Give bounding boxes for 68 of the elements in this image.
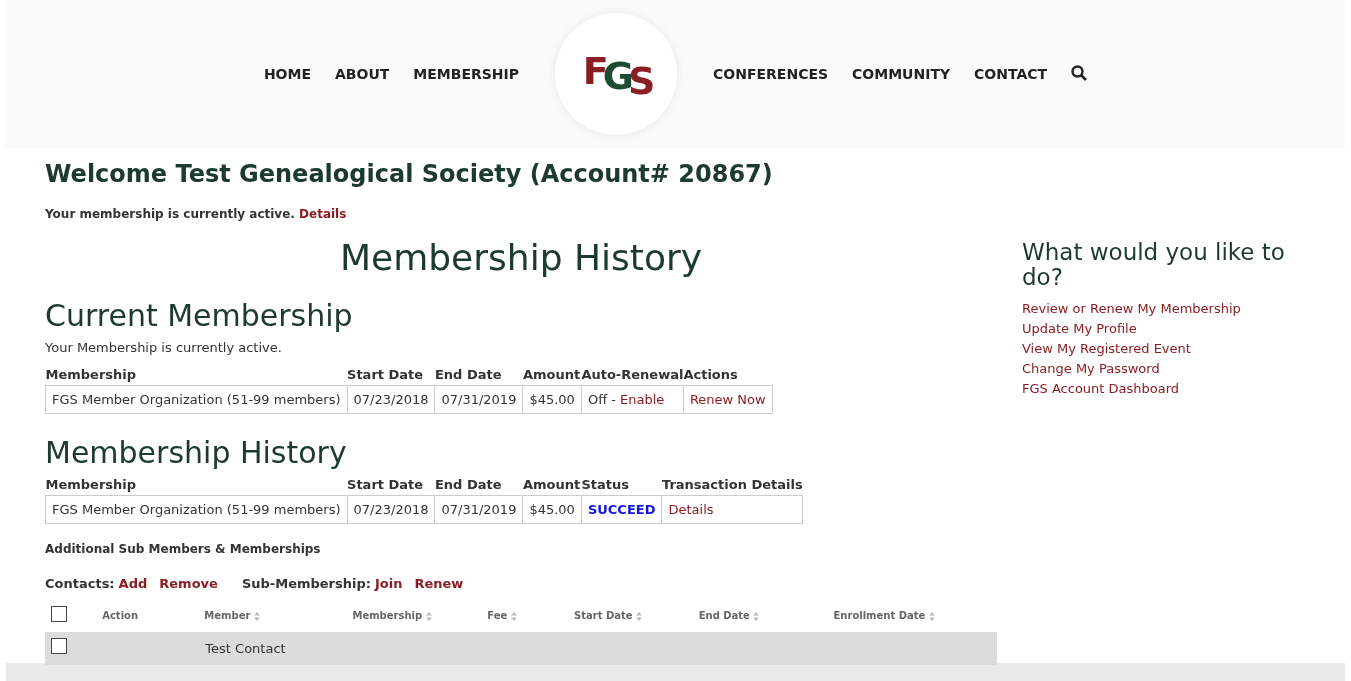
column-header[interactable]: Start Date <box>574 610 633 622</box>
column-header: Actions <box>683 365 773 386</box>
sidebar-link[interactable]: Update My Profile <box>1022 318 1307 339</box>
sort-icon[interactable] <box>253 611 260 621</box>
column-header[interactable]: Fee <box>487 610 508 622</box>
column-header[interactable]: Member <box>204 610 251 622</box>
column-header: Start Date <box>347 475 435 496</box>
sort-icon[interactable] <box>636 611 643 621</box>
column-header[interactable]: End Date <box>698 610 750 622</box>
column-header[interactable]: Enrollment Date <box>833 610 926 622</box>
sidebar-heading: What would you like to do? <box>1022 240 1286 291</box>
page-title: Membership History <box>339 235 703 280</box>
nav-link[interactable]: COMMUNITY <box>852 63 951 85</box>
nav-link[interactable]: CONFERENCES <box>713 63 829 85</box>
member-name: Test Contact <box>205 640 286 656</box>
column-header: End Date <box>434 475 523 496</box>
action-link[interactable]: Remove <box>159 574 218 594</box>
section-heading: Membership History <box>45 434 348 473</box>
action-link[interactable]: Join <box>375 574 403 594</box>
column-header: Status <box>581 475 662 496</box>
sort-icon[interactable] <box>510 611 517 621</box>
column-header: Transaction Details <box>661 475 803 496</box>
column-header: Amount <box>522 475 582 496</box>
column-header: Start Date <box>347 365 435 386</box>
action-label: Sub-Membership: <box>241 575 371 594</box>
enable-link[interactable]: Enable <box>620 391 665 407</box>
table-cell: $45.00 <box>522 385 582 414</box>
status-text: Your membership is currently active. Details <box>45 205 348 223</box>
checkbox[interactable] <box>51 637 67 654</box>
link-cell[interactable]: Renew Now <box>683 385 773 414</box>
column-header: Amount <box>522 365 582 386</box>
table-cell: 07/31/2019 <box>434 385 523 414</box>
table-cell: $45.00 <box>522 495 582 524</box>
details-link[interactable]: Details <box>299 206 347 221</box>
link-cell[interactable]: Details <box>661 495 803 524</box>
column-header: Auto-Renewal <box>581 365 684 386</box>
sort-icon[interactable] <box>928 611 935 621</box>
table-cell: FGS Member Organization (51-99 members) <box>45 385 348 414</box>
column-header[interactable]: Membership <box>352 610 423 622</box>
nav-link[interactable]: ABOUT <box>335 63 390 85</box>
welcome-heading: Welcome Test Genealogical Society (Account# 20867) <box>45 160 774 189</box>
sidebar-link[interactable]: Review or Renew My Membership <box>1022 298 1307 319</box>
table-cell: Off - Enable <box>581 385 684 414</box>
table-cell: 07/23/2018 <box>347 385 435 414</box>
nav-link[interactable]: CONTACT <box>974 63 1048 85</box>
sort-icon[interactable] <box>753 611 760 621</box>
sidebar-link[interactable]: View My Registered Event <box>1022 338 1307 359</box>
column-header: Action <box>102 610 139 622</box>
action-label: Contacts: <box>45 575 115 594</box>
search-icon[interactable] <box>1071 64 1088 81</box>
section-heading: Current Membership <box>45 296 354 335</box>
subsection-heading: Additional Sub Members & Memberships <box>45 541 322 559</box>
sidebar-link[interactable]: FGS Account Dashboard <box>1022 378 1307 399</box>
action-link[interactable]: Renew <box>414 574 464 594</box>
column-header: Membership <box>45 365 348 386</box>
action-link[interactable]: Add <box>118 574 148 594</box>
sidebar-link[interactable]: Change My Password <box>1022 358 1307 379</box>
status-cell: SUCCEED <box>581 495 662 524</box>
table-cell: FGS Member Organization (51-99 members) <box>45 495 348 524</box>
sort-icon[interactable] <box>425 611 432 621</box>
note-text: Your Membership is currently active. <box>45 338 283 357</box>
checkbox[interactable] <box>51 605 67 622</box>
table-cell: 07/31/2019 <box>434 495 523 524</box>
column-header: End Date <box>434 365 523 386</box>
nav-link[interactable]: MEMBERSHIP <box>413 63 520 85</box>
table-cell: 07/23/2018 <box>347 495 435 524</box>
column-header: Membership <box>45 475 348 496</box>
nav-link[interactable]: HOME <box>263 63 311 85</box>
